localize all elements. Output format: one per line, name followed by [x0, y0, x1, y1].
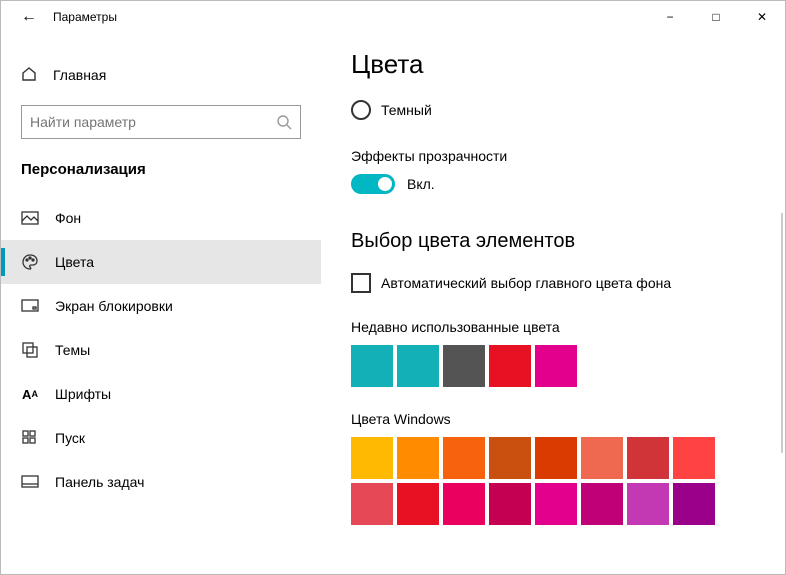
color-swatch[interactable]: [535, 345, 577, 387]
toggle-state: Вкл.: [407, 176, 435, 192]
search-box[interactable]: [21, 105, 301, 139]
color-swatch[interactable]: [581, 437, 623, 479]
color-swatch[interactable]: [351, 437, 393, 479]
color-mode-dark[interactable]: Темный: [351, 100, 765, 120]
close-button[interactable]: ✕: [739, 1, 785, 33]
nav-label: Фон: [55, 210, 81, 226]
nav-lockscreen[interactable]: Экран блокировки: [1, 284, 321, 328]
minimize-button[interactable]: −: [647, 1, 693, 33]
color-swatch[interactable]: [351, 345, 393, 387]
color-swatch[interactable]: [581, 483, 623, 525]
color-swatch[interactable]: [397, 437, 439, 479]
auto-pick-checkbox[interactable]: Автоматический выбор главного цвета фона: [351, 273, 765, 293]
search-icon: [276, 114, 292, 130]
nav-label: Пуск: [55, 430, 85, 446]
windows-colors-grid: [347, 437, 765, 525]
color-swatch[interactable]: [627, 483, 669, 525]
picture-icon: [21, 209, 39, 227]
transparency-label: Эффекты прозрачности: [351, 148, 765, 164]
transparency-toggle[interactable]: [351, 174, 395, 194]
color-swatch[interactable]: [351, 483, 393, 525]
color-swatch[interactable]: [397, 483, 439, 525]
recent-colors-label: Недавно использованные цвета: [351, 319, 765, 335]
color-swatch[interactable]: [443, 345, 485, 387]
checkbox-icon: [351, 273, 371, 293]
nav-fonts[interactable]: AA Шрифты: [1, 372, 321, 416]
color-swatch[interactable]: [535, 483, 577, 525]
color-swatch[interactable]: [489, 345, 531, 387]
nav-themes[interactable]: Темы: [1, 328, 321, 372]
color-swatch[interactable]: [443, 437, 485, 479]
main-content: Цвета Темный Эффекты прозрачности Вкл. В…: [321, 33, 785, 574]
search-input[interactable]: [30, 114, 276, 130]
color-swatch[interactable]: [535, 437, 577, 479]
radio-icon: [351, 100, 371, 120]
palette-icon: [21, 253, 39, 271]
lockscreen-icon: [21, 297, 39, 315]
fonts-icon: AA: [21, 385, 39, 403]
nav-label: Панель задач: [55, 474, 144, 490]
color-swatch[interactable]: [397, 345, 439, 387]
taskbar-icon: [21, 473, 39, 491]
nav-background[interactable]: Фон: [1, 196, 321, 240]
color-swatch[interactable]: [443, 483, 485, 525]
radio-label: Темный: [381, 102, 432, 118]
nav-label: Темы: [55, 342, 90, 358]
recent-colors: [351, 345, 765, 387]
color-swatch[interactable]: [489, 483, 531, 525]
color-swatch[interactable]: [673, 437, 715, 479]
home-label: Главная: [53, 67, 106, 83]
color-swatch[interactable]: [673, 483, 715, 525]
nav-start[interactable]: Пуск: [1, 416, 321, 460]
home-nav[interactable]: Главная: [1, 57, 321, 93]
themes-icon: [21, 341, 39, 359]
page-title: Цвета: [351, 41, 765, 96]
window-title: Параметры: [49, 10, 117, 24]
nav-label: Шрифты: [55, 386, 111, 402]
category-title: Персонализация: [1, 157, 321, 196]
sidebar: Главная Персонализация Фон Цвета Экран б…: [1, 33, 321, 574]
home-icon: [21, 66, 37, 85]
nav-label: Экран блокировки: [55, 298, 173, 314]
back-button[interactable]: ←: [9, 8, 49, 26]
nav-taskbar[interactable]: Панель задач: [1, 460, 321, 504]
nav-label: Цвета: [55, 254, 94, 270]
checkbox-label: Автоматический выбор главного цвета фона: [381, 275, 671, 291]
nav-colors[interactable]: Цвета: [1, 240, 321, 284]
windows-colors-label: Цвета Windows: [351, 411, 765, 427]
start-icon: [21, 429, 39, 447]
color-swatch[interactable]: [489, 437, 531, 479]
scrollbar[interactable]: [781, 213, 783, 453]
maximize-button[interactable]: □: [693, 1, 739, 33]
color-swatch[interactable]: [627, 437, 669, 479]
accent-heading: Выбор цвета элементов: [351, 230, 765, 253]
